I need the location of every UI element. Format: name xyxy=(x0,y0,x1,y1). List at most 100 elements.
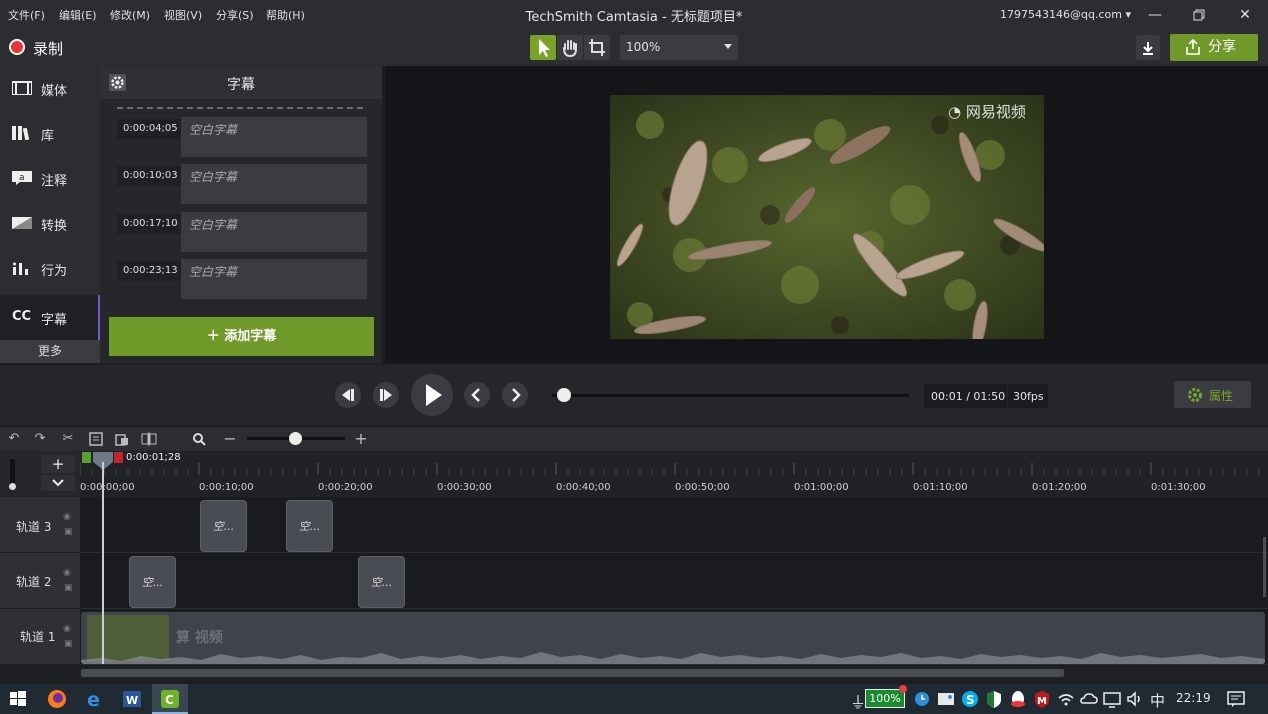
search-icon[interactable] xyxy=(191,431,207,447)
edge-icon[interactable]: e xyxy=(83,687,107,711)
caption-time[interactable]: 0:00:17;10 xyxy=(117,214,181,234)
next-marker-button[interactable] xyxy=(502,382,528,408)
image-app-icon[interactable] xyxy=(934,687,958,711)
download-button[interactable] xyxy=(1136,35,1160,60)
wifi-icon[interactable] xyxy=(1054,687,1078,711)
sidebar-item-library[interactable]: 库 xyxy=(0,111,100,156)
lock-icon[interactable]: ▣ xyxy=(64,527,73,537)
word-icon[interactable]: W xyxy=(120,687,144,711)
caption-text-field[interactable]: 空白字幕 xyxy=(181,164,367,204)
firefox-icon[interactable] xyxy=(45,687,69,711)
clock-app-icon[interactable] xyxy=(910,687,934,711)
copy-icon[interactable] xyxy=(88,431,104,447)
lock-icon[interactable]: ▣ xyxy=(64,583,73,593)
zoom-select[interactable]: 100% xyxy=(620,35,738,60)
close-icon[interactable]: ✕ xyxy=(1234,4,1256,26)
annotation-icon: a xyxy=(12,171,32,185)
caption-time[interactable]: 0:00:23;13 xyxy=(117,261,181,281)
camtasia-taskbar-button[interactable]: C xyxy=(152,684,188,714)
ime-indicator[interactable]: 中 xyxy=(1150,690,1165,711)
caption-clip[interactable]: 空... xyxy=(200,500,247,552)
volume-icon[interactable] xyxy=(1123,687,1147,711)
lock-icon[interactable]: ▣ xyxy=(64,639,73,649)
previous-frame-button[interactable] xyxy=(335,382,361,408)
add-caption-button[interactable]: ＋ 添加字幕 xyxy=(109,317,374,356)
caption-time[interactable]: 0:00:04;05 xyxy=(117,119,181,139)
caption-text-field[interactable]: 空白字幕 xyxy=(181,259,367,299)
collapse-tracks-button[interactable] xyxy=(41,475,75,491)
zoom-in-icon[interactable]: + xyxy=(353,431,369,447)
video-frame[interactable] xyxy=(610,95,1044,339)
caption-text-field[interactable]: 空白字幕 xyxy=(181,212,367,252)
display-icon[interactable] xyxy=(1100,687,1124,711)
track-header-1[interactable]: 轨道 1 ◉ ▣ xyxy=(0,609,80,665)
restore-icon[interactable] xyxy=(1188,4,1210,26)
add-track-button[interactable]: + xyxy=(41,455,75,473)
battery-indicator[interactable]: 100% xyxy=(865,689,905,708)
sidebar-item-annotations[interactable]: a 注释 xyxy=(0,156,100,201)
ruler-tick-label: 0:00:30;00 xyxy=(437,482,492,493)
divider xyxy=(117,107,363,109)
mcafee-icon[interactable]: M xyxy=(1030,687,1054,711)
time-ruler[interactable] xyxy=(80,451,1268,497)
video-watermark: ◔ 网易视频 xyxy=(948,101,1026,122)
play-button[interactable] xyxy=(411,374,453,416)
cloud-icon[interactable] xyxy=(1077,687,1101,711)
more-button[interactable]: 更多 xyxy=(0,340,100,363)
ruler-ticks xyxy=(80,452,1260,475)
power-plug-icon[interactable]: ⏚ xyxy=(850,689,866,713)
panel-title: 字幕 xyxy=(227,77,255,93)
qq-icon[interactable] xyxy=(1006,687,1030,711)
track-2[interactable] xyxy=(80,553,1268,609)
share-button[interactable]: 分享 xyxy=(1170,34,1258,61)
cut-icon[interactable]: ✂ xyxy=(60,431,76,447)
crop-tool-button[interactable] xyxy=(584,35,610,60)
caption-text-field[interactable]: 空白字幕 xyxy=(181,117,367,157)
properties-button[interactable]: 属性 xyxy=(1174,381,1251,408)
taskbar-clock[interactable]: 22:19 xyxy=(1176,691,1211,705)
split-icon[interactable] xyxy=(141,431,157,447)
timeline-scrollbar-thumb[interactable] xyxy=(81,669,1064,677)
gear-icon xyxy=(1188,388,1202,402)
next-frame-button[interactable] xyxy=(373,382,399,408)
track-height-handle[interactable] xyxy=(9,483,16,490)
notification-center-icon[interactable] xyxy=(1224,687,1248,711)
eye-icon[interactable]: ◉ xyxy=(63,624,71,634)
eye-icon[interactable]: ◉ xyxy=(63,568,71,578)
caption-clip[interactable]: 空... xyxy=(286,500,333,552)
ruler-tick-label: 0:01:10;00 xyxy=(913,482,968,493)
redo-icon[interactable]: ↷ xyxy=(32,431,48,447)
skype-icon[interactable]: S xyxy=(958,687,982,711)
track-3[interactable] xyxy=(80,497,1268,553)
shield-icon[interactable] xyxy=(982,687,1006,711)
plus-icon: + xyxy=(51,455,65,473)
sidebar-item-transitions[interactable]: 转换 xyxy=(0,201,100,246)
paste-icon[interactable] xyxy=(114,431,130,447)
sidebar-item-media[interactable]: 媒体 xyxy=(0,66,100,111)
scrubber-track[interactable] xyxy=(552,394,909,397)
caption-clip[interactable]: 空... xyxy=(129,556,176,608)
track-header-3[interactable]: 轨道 3 ◉ ▣ xyxy=(0,497,80,553)
timeline-zoom-handle[interactable] xyxy=(289,432,302,445)
caption-clip[interactable]: 空... xyxy=(358,556,405,608)
eye-icon[interactable]: ◉ xyxy=(63,512,71,522)
undo-icon[interactable]: ↶ xyxy=(6,431,22,447)
pan-tool-button[interactable] xyxy=(557,35,583,60)
timeline-vertical-scrollbar[interactable] xyxy=(1263,537,1266,597)
zoom-out-icon[interactable]: − xyxy=(222,431,238,447)
ruler-tick-label: 0:00:10;00 xyxy=(199,482,254,493)
select-tool-button[interactable] xyxy=(530,35,556,60)
account-dropdown[interactable]: 1797543146@qq.com ▾ xyxy=(1000,8,1131,21)
previous-marker-button[interactable] xyxy=(464,382,490,408)
sidebar-item-label: 转换 xyxy=(41,219,68,234)
playhead-line[interactable] xyxy=(102,462,104,664)
track-header-2[interactable]: 轨道 2 ◉ ▣ xyxy=(0,553,80,609)
record-icon xyxy=(9,39,25,55)
caption-time[interactable]: 0:00:10;03 xyxy=(117,166,181,186)
windows-start-icon[interactable] xyxy=(6,687,30,711)
scrubber-handle[interactable] xyxy=(557,388,571,402)
sidebar-item-behaviors[interactable]: 行为 xyxy=(0,246,100,291)
video-clip[interactable]: 算 视频 xyxy=(81,612,1265,664)
sidebar-item-captions[interactable]: CC 字幕 xyxy=(0,295,100,340)
minimize-icon[interactable]: — xyxy=(1144,4,1166,26)
